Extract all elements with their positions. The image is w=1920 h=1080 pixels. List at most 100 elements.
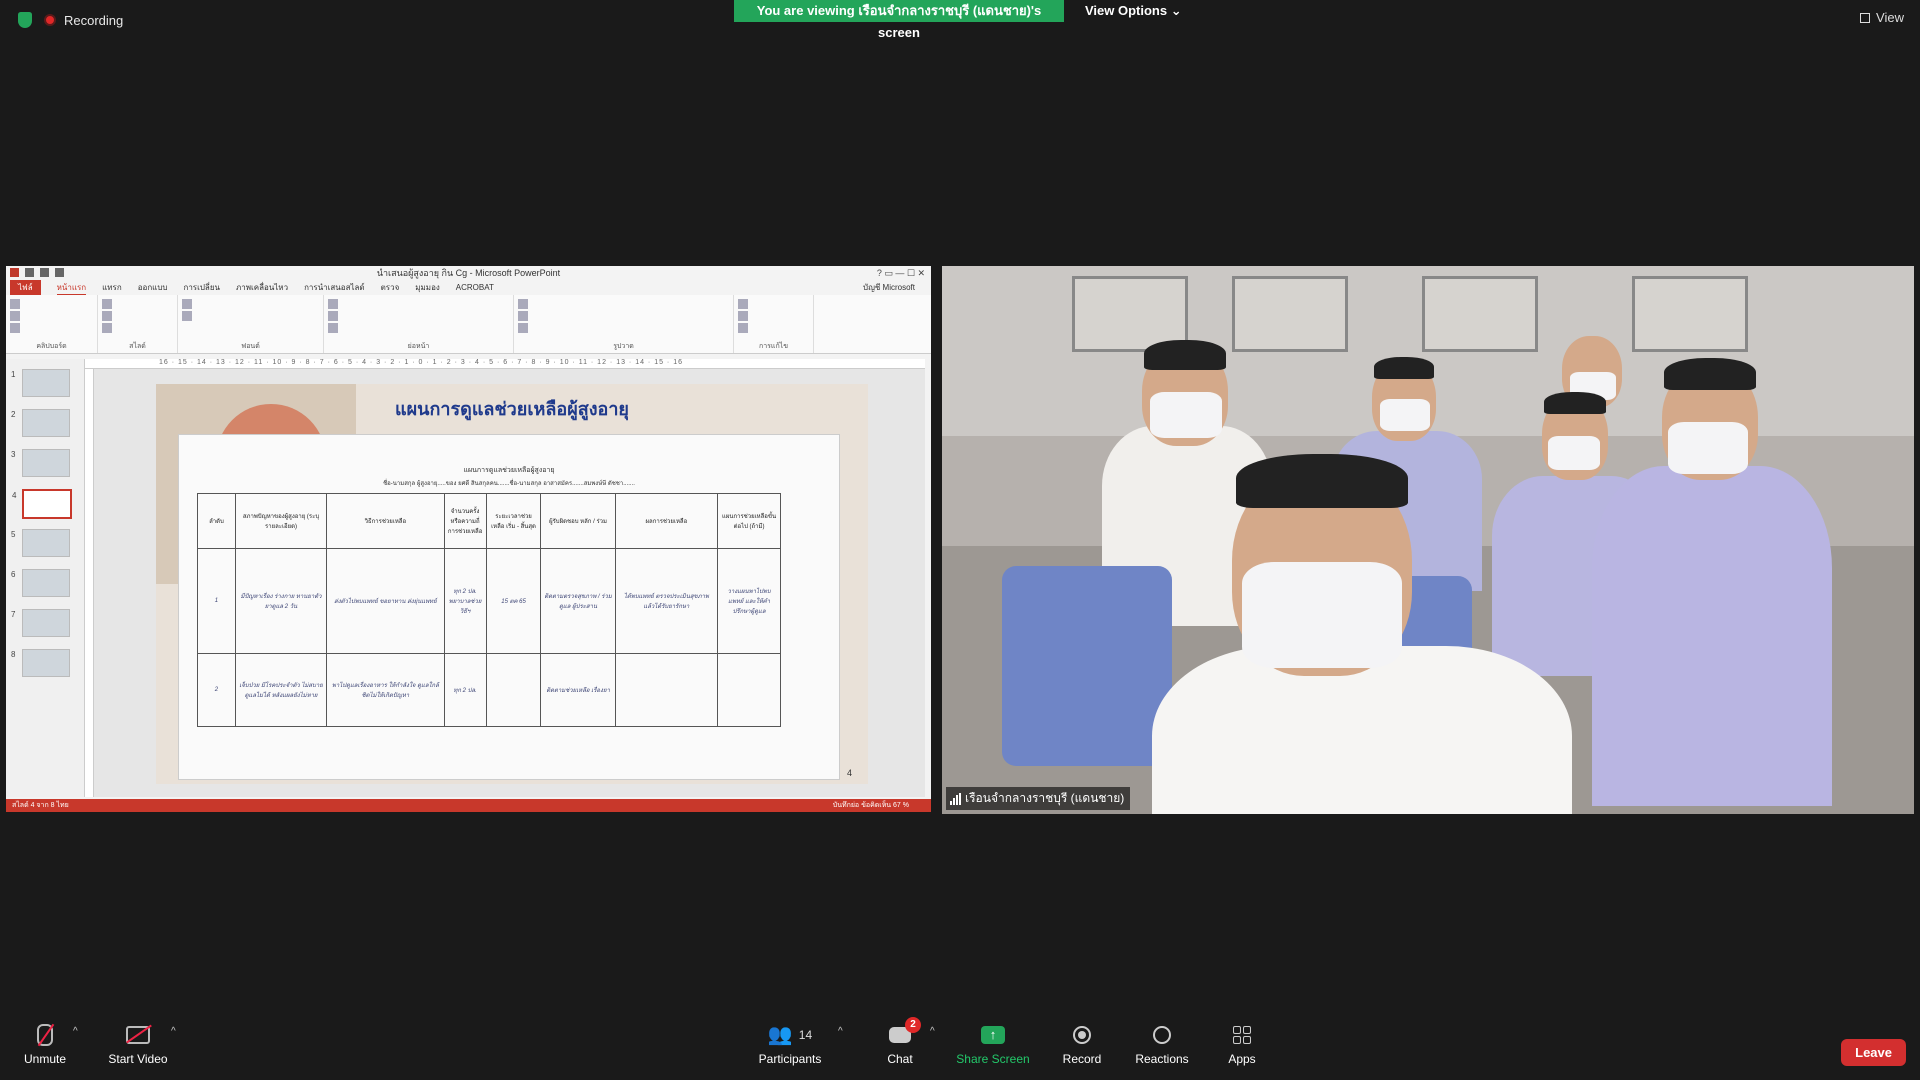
current-slide[interactable]: แผนการดูแลช่วยเหลือผู้สูงอายุ แผนการดูแล… bbox=[156, 384, 868, 784]
slide-thumbnail[interactable]: 8 bbox=[11, 649, 70, 677]
table-cell: 15 ตค 65 bbox=[485, 548, 542, 654]
participants-options-caret[interactable]: ^ bbox=[838, 1026, 843, 1037]
security-shield-icon[interactable] bbox=[18, 12, 32, 28]
powerpoint-title-bar: นำเสนอผู้สูงอายุ กิน Cg - Microsoft Powe… bbox=[6, 266, 931, 280]
redo-icon[interactable] bbox=[55, 268, 64, 277]
table-cell bbox=[614, 653, 719, 727]
face-mask bbox=[1380, 399, 1430, 431]
slide-thumbnail[interactable]: 7 bbox=[11, 609, 70, 637]
table-cell: ทุก 2 ปล. พยาบาลช่วย วิธีฯ bbox=[443, 548, 487, 654]
cut-button[interactable] bbox=[10, 311, 93, 321]
ribbon: คลิปบอร์ด สไลด์ ฟอนต์ ย่อหน้า รูปวาด การ… bbox=[6, 295, 931, 354]
camera-off-icon bbox=[126, 1026, 150, 1044]
ribbon-group-label: ย่อหน้า bbox=[407, 343, 430, 350]
person-hair bbox=[1664, 358, 1756, 390]
document-subtitle: ชื่อ-นามสกุล ผู้สูงอายุ.....ของ ยศดี สิน… bbox=[383, 481, 635, 487]
account-label[interactable]: บัญชี Microsoft bbox=[863, 281, 915, 294]
ribbon-tab-view[interactable]: มุมมอง bbox=[415, 281, 440, 294]
new-slide-button[interactable] bbox=[102, 299, 173, 309]
audio-options-caret[interactable]: ^ bbox=[73, 1026, 78, 1037]
slide-thumbnail[interactable]: 2 bbox=[11, 409, 70, 437]
participant-video[interactable]: เรือนจำกลางราชบุรี (แดนชาย) bbox=[942, 266, 1914, 814]
chat-label: Chat bbox=[887, 1052, 913, 1066]
chat-button[interactable]: 2 Chat bbox=[860, 1017, 940, 1066]
face-mask bbox=[1242, 562, 1402, 668]
participants-icon: 👥 bbox=[767, 1024, 793, 1046]
smartart-button[interactable] bbox=[328, 323, 509, 333]
face-mask bbox=[1668, 422, 1748, 474]
ribbon-tab-acrobat[interactable]: ACROBAT bbox=[456, 283, 494, 292]
slide-thumbnail[interactable]: 5 bbox=[11, 529, 70, 557]
window-controls[interactable]: ? ▭ — ☐ ✕ bbox=[877, 266, 925, 280]
ribbon-group-drawing: รูปวาด bbox=[514, 295, 734, 353]
view-button[interactable]: View bbox=[1860, 10, 1904, 25]
undo-icon[interactable] bbox=[40, 268, 49, 277]
horizontal-ruler: 16 · 15 · 14 · 13 · 12 · 11 · 10 · 9 · 8… bbox=[85, 359, 925, 369]
table-cell: 2 bbox=[197, 653, 236, 727]
slide-thumbnail-selected[interactable]: 4 bbox=[12, 489, 72, 519]
leave-button[interactable]: Leave bbox=[1841, 1039, 1906, 1066]
arrange-button[interactable] bbox=[518, 311, 729, 321]
slide-title: แผนการดูแลช่วยเหลือผู้สูงอายุ bbox=[395, 399, 629, 419]
video-options-caret[interactable]: ^ bbox=[171, 1026, 176, 1037]
reactions-label: Reactions bbox=[1135, 1052, 1189, 1066]
chat-options-caret[interactable]: ^ bbox=[930, 1026, 935, 1037]
vertical-ruler bbox=[85, 369, 94, 797]
participants-button[interactable]: 👥 14 Participants bbox=[750, 1022, 830, 1066]
ribbon-tabs: ไฟล์ หน้าแรก แทรก ออกแบบ การเปลี่ยน ภาพเ… bbox=[6, 280, 931, 295]
recording-indicator[interactable]: Recording bbox=[18, 10, 123, 30]
ribbon-tab-transitions[interactable]: การเปลี่ยน bbox=[183, 281, 220, 294]
font-style-buttons[interactable] bbox=[182, 311, 319, 321]
share-screen-button[interactable]: ↑ Share Screen bbox=[953, 1022, 1033, 1066]
table-cell: ติดตามตรวจสุขภาพ / ร่วมดูแล ผู้ประสาน bbox=[540, 548, 616, 654]
table-header: วิธีการช่วยเหลือ bbox=[326, 493, 445, 549]
ribbon-tab-insert[interactable]: แทรก bbox=[102, 281, 122, 294]
person-hair bbox=[1236, 454, 1408, 508]
blue-chair bbox=[1002, 566, 1172, 766]
apps-button[interactable]: Apps bbox=[1202, 1022, 1282, 1066]
ribbon-tab-slideshow[interactable]: การนำเสนอสไลด์ bbox=[304, 281, 365, 294]
table-cell: 1 bbox=[197, 548, 236, 654]
shapes-gallery[interactable] bbox=[518, 299, 729, 309]
find-button[interactable] bbox=[738, 299, 809, 309]
start-video-label: Start Video bbox=[108, 1052, 168, 1066]
table-header: จำนวนครั้งหรือความถี่การช่วยเหลือ bbox=[443, 493, 487, 549]
ribbon-tab-animations[interactable]: ภาพเคลื่อนไหว bbox=[236, 281, 288, 294]
ribbon-group-slides: สไลด์ bbox=[98, 295, 178, 353]
start-video-button[interactable]: Start Video bbox=[98, 1022, 178, 1066]
chat-unread-badge: 2 bbox=[905, 1017, 921, 1033]
section-button[interactable] bbox=[102, 323, 173, 333]
slide-thumbnail[interactable]: 6 bbox=[11, 569, 70, 597]
slide-thumbnail[interactable]: 3 bbox=[11, 449, 70, 477]
align-buttons[interactable] bbox=[328, 311, 509, 321]
reactions-button[interactable]: Reactions bbox=[1122, 1022, 1202, 1066]
apps-grid-icon bbox=[1233, 1026, 1251, 1044]
ribbon-tab-review[interactable]: ตรวจ bbox=[381, 281, 400, 294]
view-options-button[interactable]: View Options ⌄ bbox=[1085, 0, 1182, 22]
save-icon[interactable] bbox=[25, 268, 34, 277]
thumbnail-number: 3 bbox=[11, 450, 16, 459]
video-window bbox=[1422, 276, 1538, 352]
share-screen-icon: ↑ bbox=[981, 1026, 1005, 1044]
table-cell: ได้พบแพทย์ ตรวจประเมินสุขภาพ แล้วได้รับย… bbox=[614, 548, 719, 654]
copy-button[interactable] bbox=[10, 323, 93, 333]
record-label: Record bbox=[1062, 1052, 1102, 1066]
bullets-button[interactable] bbox=[328, 299, 509, 309]
person-hair bbox=[1374, 357, 1434, 379]
ribbon-tab-file[interactable]: ไฟล์ bbox=[10, 280, 41, 295]
scanned-document: แผนการดูแลช่วยเหลือผู้สูงอายุ ชื่อ-นามสก… bbox=[178, 434, 840, 780]
replace-button[interactable] bbox=[738, 311, 809, 321]
ribbon-tab-home[interactable]: หน้าแรก bbox=[56, 281, 87, 295]
viewing-screen-banner: You are viewing เรือนจำกลางราชบุรี (แดนช… bbox=[734, 0, 1064, 40]
paste-button[interactable] bbox=[10, 299, 93, 309]
zoom-controls[interactable]: บันทึกย่อ ข้อคิดเห็น 67 % bbox=[833, 799, 909, 812]
shape-effects-button[interactable] bbox=[518, 323, 729, 333]
font-name-box[interactable] bbox=[182, 299, 319, 309]
meeting-toolbar: Unmute ^ Start Video ^ 👥 14 Participants … bbox=[0, 1010, 1920, 1080]
slide-thumbnail[interactable]: 1 bbox=[11, 369, 70, 397]
layout-button[interactable] bbox=[102, 311, 173, 321]
select-button[interactable] bbox=[738, 323, 809, 333]
record-button[interactable]: Record bbox=[1042, 1022, 1122, 1066]
ribbon-tab-design[interactable]: ออกแบบ bbox=[138, 281, 168, 294]
quick-access-toolbar[interactable] bbox=[10, 268, 64, 277]
